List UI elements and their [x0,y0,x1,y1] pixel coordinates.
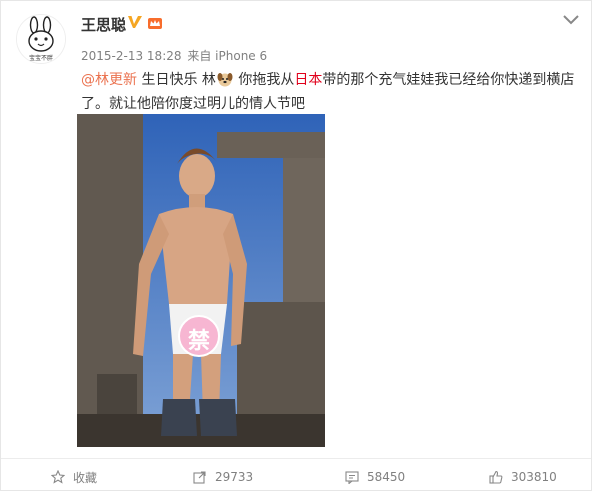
source-prefix: 来自 [187,49,212,63]
like-count: 303810 [511,470,557,484]
favorite-button[interactable]: 收藏 [51,467,97,487]
photo-illustration [77,114,325,447]
post-photo[interactable]: 禁 [77,114,325,447]
like-button[interactable]: 303810 [489,467,557,487]
star-icon [51,470,65,484]
verified-v-icon[interactable] [127,14,143,30]
comment-icon [345,471,359,484]
author-name[interactable]: 王思聪 [81,14,126,35]
favorite-label: 收藏 [73,470,98,485]
member-crown-icon[interactable] [147,15,163,31]
comment-count: 58450 [367,470,406,484]
comment-button[interactable]: 58450 [345,467,405,487]
post-date[interactable]: 2015-2-13 18:28 [81,49,182,63]
weibo-post-card: 宝宝不胖 王思聪 2015-2-13 18:28 来自 iPhone 6 @林更… [0,0,592,491]
highlight-text: 日本 [294,72,323,88]
chevron-down-icon[interactable] [562,13,580,27]
repost-button[interactable]: 29733 [193,467,253,487]
content-text-1: 生日快乐 林 [137,72,216,88]
content-text-2: 你拖我从 [233,72,295,88]
post-content: @林更新 生日快乐 林 你拖我从日本带的那个充气娃娃我已经给你快递到横店了。就让… [81,68,581,116]
mention-link[interactable]: @林更新 [81,72,137,88]
dog-emoji-icon [217,73,233,87]
post-source[interactable]: iPhone 6 [215,49,267,63]
action-divider [1,458,591,459]
thumbs-up-icon [489,470,503,484]
avatar-caption: 宝宝不胖 [28,55,53,62]
avatar[interactable]: 宝宝不胖 [16,14,66,64]
repost-count: 29733 [215,470,254,484]
post-meta: 2015-2-13 18:28 来自 iPhone 6 [81,47,267,64]
censor-mark: 禁 [187,329,210,354]
repost-icon [193,471,206,484]
